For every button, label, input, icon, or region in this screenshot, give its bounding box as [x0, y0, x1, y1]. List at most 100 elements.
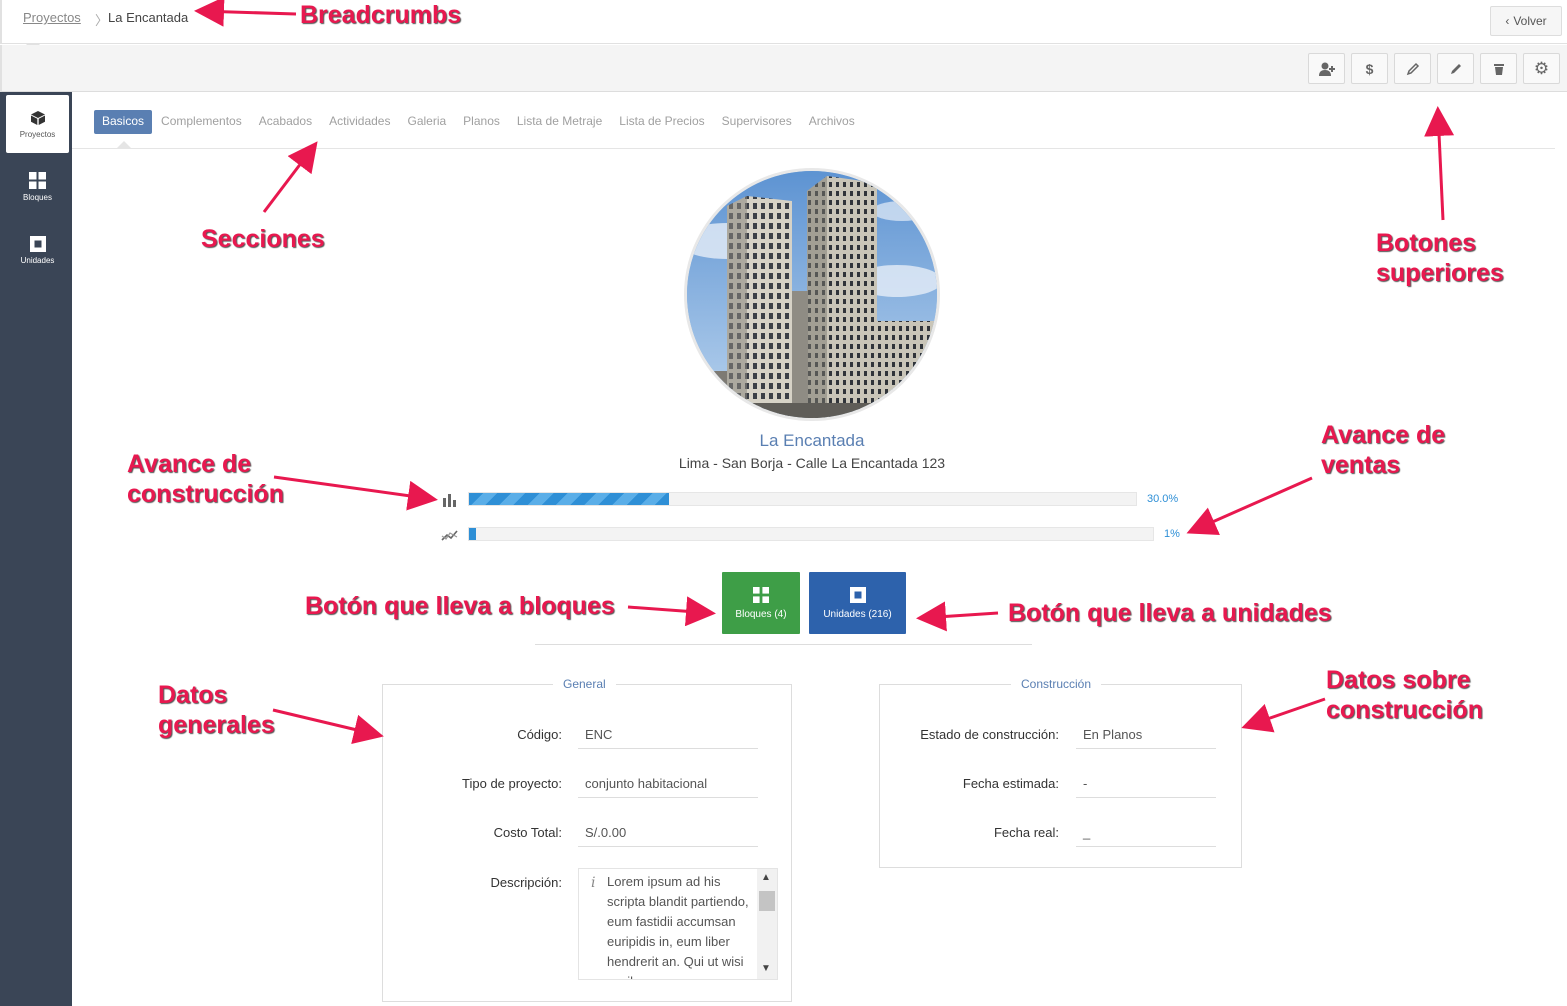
- annotation-botones-2: superiores: [1376, 259, 1504, 287]
- pencil-icon: [1450, 63, 1461, 74]
- construction-progress-label: 30.0%: [1147, 493, 1179, 505]
- arrow-secciones: [262, 141, 318, 213]
- unidades-button[interactable]: Unidades (216): [809, 572, 906, 634]
- fecha-estimada-label: Fecha estimada:: [962, 776, 1059, 791]
- chevron-left-icon: ‹: [1505, 14, 1510, 28]
- gear-icon: ⚙: [1533, 58, 1550, 78]
- trend-chart-icon: [441, 530, 458, 541]
- sales-progress-fill: [469, 528, 476, 540]
- sidebar-item-bloques[interactable]: Bloques: [6, 158, 69, 216]
- cube-icon: [30, 110, 45, 125]
- square-icon: [849, 586, 866, 603]
- costo-total-label: Costo Total:: [493, 825, 562, 840]
- tab-archivos[interactable]: Archivos: [801, 110, 863, 134]
- fecha-estimada-field[interactable]: -: [1076, 776, 1216, 798]
- scroll-down-icon[interactable]: ▼: [761, 963, 771, 974]
- tab-basicos[interactable]: Basicos: [94, 110, 153, 134]
- prices-button[interactable]: $: [1351, 53, 1388, 84]
- screen: Proyectos 〉 La Encantada ‹ Volver $ ⚙ Pr…: [0, 0, 1567, 1006]
- annotation-avance-construccion-2: construcción: [127, 480, 284, 508]
- codigo-field[interactable]: ENC: [578, 727, 758, 749]
- annotation-datos-generales-2: generales: [158, 711, 275, 739]
- annotation-secciones: Secciones: [201, 225, 325, 253]
- estado-construccion-label: Estado de construcción:: [920, 727, 1059, 742]
- descripcion-label: Descripción:: [490, 875, 562, 890]
- tipo-proyecto-field[interactable]: conjunto habitacional: [578, 776, 758, 798]
- add-user-button[interactable]: [1308, 53, 1345, 84]
- dollar-icon: $: [1365, 60, 1374, 77]
- bloques-button-label: Bloques (4): [735, 608, 787, 620]
- project-address: Lima - San Borja - Calle La Encantada 12…: [678, 455, 946, 471]
- annotation-botones-1: Botones: [1376, 229, 1476, 257]
- back-button[interactable]: ‹ Volver: [1490, 6, 1562, 36]
- tab-complementos[interactable]: Complementos: [153, 110, 250, 134]
- section-divider: [535, 644, 1032, 645]
- construction-progress-fill: [469, 493, 670, 505]
- add-user-icon: [1318, 62, 1335, 76]
- arrow-bloques: [627, 596, 716, 627]
- annotation-boton-unidades: Botón que lleva a unidades: [1008, 599, 1332, 627]
- square-icon: [29, 235, 46, 252]
- sidebar-item-unidades[interactable]: Unidades: [6, 221, 69, 279]
- info-icon: i: [591, 875, 596, 891]
- bar-chart-icon: [443, 494, 456, 507]
- unidades-button-label: Unidades (216): [823, 608, 892, 620]
- breadcrumb-bar: Proyectos 〉 La Encantada ‹ Volver: [0, 0, 1567, 44]
- annotation-avance-construccion-1: Avance de: [127, 450, 252, 478]
- annotation-datos-construccion-1: Datos sobre: [1326, 666, 1471, 694]
- tabs-divider: [72, 148, 1555, 149]
- tab-supervisores[interactable]: Supervisores: [714, 110, 800, 134]
- active-tab-notch: [116, 141, 132, 149]
- arrow-unidades: [916, 601, 999, 632]
- delete-button[interactable]: [1480, 53, 1517, 84]
- settings-button[interactable]: ⚙: [1523, 53, 1560, 84]
- breadcrumb-current: La Encantada: [108, 10, 189, 25]
- descripcion-textarea[interactable]: i Lorem ipsum ad his scripta blandit par…: [578, 868, 778, 980]
- general-legend: General: [553, 677, 616, 691]
- annotation-avance-ventas-1: Avance de: [1321, 421, 1446, 449]
- descripcion-scrollbar[interactable]: ▲ ▼: [757, 869, 777, 979]
- sidebar-item-label: Unidades: [20, 255, 55, 265]
- tab-actividades[interactable]: Actividades: [321, 110, 398, 134]
- sales-progress-bar: [468, 527, 1154, 541]
- sidebar-item-label: Bloques: [23, 193, 52, 202]
- costo-total-field[interactable]: S/.0.00: [578, 825, 758, 847]
- fecha-real-field[interactable]: _: [1076, 825, 1216, 847]
- bloques-button[interactable]: Bloques (4): [722, 572, 800, 634]
- annotation-breadcrumbs: Breadcrumbs: [300, 1, 462, 29]
- edit-button[interactable]: [1437, 53, 1474, 84]
- tab-planos[interactable]: Planos: [455, 110, 508, 134]
- tab-lista-metraje[interactable]: Lista de Metraje: [509, 110, 610, 134]
- scroll-thumb[interactable]: [759, 891, 775, 911]
- sales-progress-label: 1%: [1164, 528, 1180, 540]
- project-name: La Encantada: [759, 431, 865, 450]
- edit-alt-button[interactable]: [1394, 53, 1431, 84]
- breadcrumb-separator: 〉: [95, 13, 109, 28]
- project-photo: [684, 168, 940, 421]
- arrow-botones: [1424, 106, 1455, 221]
- arrow-datos-generales: [272, 708, 384, 745]
- breadcrumb-link-proyectos[interactable]: Proyectos: [23, 10, 81, 25]
- descripcion-text: Lorem ipsum ad his scripta blandit parti…: [607, 874, 749, 979]
- building-illustration: [687, 171, 937, 418]
- trash-icon: [1493, 63, 1504, 75]
- scroll-up-icon[interactable]: ▲: [761, 872, 771, 883]
- tab-galeria[interactable]: Galeria: [399, 110, 454, 134]
- annotation-boton-bloques: Botón que lleva a bloques: [305, 592, 615, 620]
- construccion-legend: Construcción: [1011, 677, 1102, 691]
- tipo-proyecto-label: Tipo de proyecto:: [462, 776, 562, 791]
- construction-progress-bar: [468, 492, 1137, 506]
- annotation-datos-generales-1: Datos: [158, 681, 228, 709]
- tab-acabados[interactable]: Acabados: [251, 110, 320, 134]
- estado-construccion-field[interactable]: En Planos: [1076, 727, 1216, 749]
- tab-lista-precios[interactable]: Lista de Precios: [611, 110, 712, 134]
- codigo-label: Código:: [517, 727, 562, 742]
- sidebar-item-proyectos[interactable]: Proyectos: [6, 95, 69, 153]
- top-toolbar: $ ⚙: [0, 45, 1567, 92]
- grid-icon: [29, 172, 46, 189]
- arrow-datos-construccion: [1241, 697, 1326, 733]
- annotation-avance-ventas-2: ventas: [1321, 451, 1401, 479]
- arrow-avance-ventas: [1186, 476, 1313, 536]
- back-button-label: Volver: [1513, 14, 1547, 28]
- sidebar: Proyectos Bloques Unidades: [0, 92, 72, 1006]
